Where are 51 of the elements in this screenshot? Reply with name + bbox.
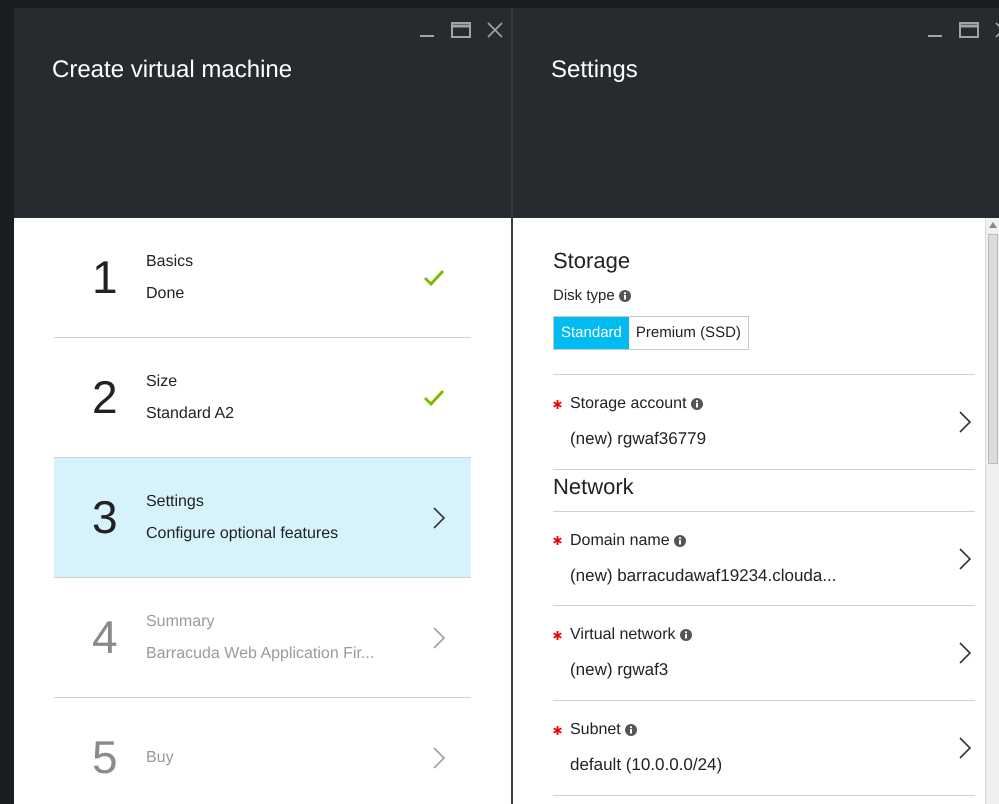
step-number: 1 <box>92 250 119 305</box>
scroll-thumb[interactable] <box>988 234 998 464</box>
selector-row[interactable]: Virtual network (new) rgwaf3 <box>553 606 975 701</box>
field-value: default (10.0.0.0/24) <box>569 754 724 776</box>
info-icon[interactable] <box>674 534 686 547</box>
step-subtitle: Done <box>146 284 186 304</box>
step-number: 5 <box>92 730 119 785</box>
step-number: 3 <box>92 490 119 545</box>
step-title: Buy <box>146 748 175 768</box>
info-icon[interactable] <box>690 398 703 410</box>
chevron-right-icon <box>959 642 971 664</box>
info-icon[interactable] <box>624 724 637 736</box>
chevron-right-icon <box>433 506 445 528</box>
blade-title: Create virtual machine <box>52 55 294 85</box>
scroll-up-icon[interactable] <box>988 222 996 228</box>
field-label: Disk type <box>553 286 615 306</box>
maximize-icon[interactable] <box>451 22 471 38</box>
wizard-step[interactable]: 3 Settings Configure optional features <box>54 458 471 578</box>
blade-title: Settings <box>551 55 639 85</box>
chevron-right-icon <box>959 411 971 433</box>
selector-row[interactable]: Storage account (new) rgwaf36779 <box>553 375 975 470</box>
field-label: Virtual network <box>570 625 676 646</box>
step-title: Summary <box>146 612 216 632</box>
step-subtitle: Barracuda Web Application Fir... <box>146 644 376 664</box>
info-icon[interactable] <box>618 290 631 302</box>
step-title: Settings <box>146 492 205 512</box>
field-label: Storage account <box>570 394 687 414</box>
maximize-icon[interactable] <box>959 22 979 38</box>
field-value: (new) rgwaf3 <box>569 659 670 682</box>
step-subtitle: Standard A2 <box>146 404 236 424</box>
scrollbar[interactable] <box>985 218 999 804</box>
chevron-right-icon <box>959 548 971 570</box>
chevron-right-icon <box>433 746 445 768</box>
step-number: 4 <box>92 610 119 665</box>
field-value: (new) rgwaf36779 <box>569 428 708 450</box>
chevron-right-icon <box>959 737 971 759</box>
field-value: (new) barracudawaf19234.clouda... <box>569 564 838 587</box>
step-subtitle: Configure optional features <box>146 524 340 544</box>
field-label: Domain name <box>570 530 670 551</box>
selector-row[interactable]: Domain name (new) barracudawaf19234.clouda... <box>553 511 975 606</box>
chevron-right-icon <box>433 626 445 648</box>
step-title: Basics <box>146 252 194 272</box>
step-title: Size <box>146 372 178 392</box>
selector-row[interactable]: Subnet default (10.0.0.0/24) <box>553 701 975 796</box>
field-label: Subnet <box>570 720 621 740</box>
info-icon[interactable] <box>680 629 692 642</box>
section-heading: Storage <box>553 247 632 275</box>
step-number: 2 <box>92 370 119 425</box>
close-icon[interactable] <box>487 22 503 38</box>
wizard-step[interactable]: 1 Basics Done <box>54 218 471 338</box>
section-heading: Network <box>553 473 635 501</box>
